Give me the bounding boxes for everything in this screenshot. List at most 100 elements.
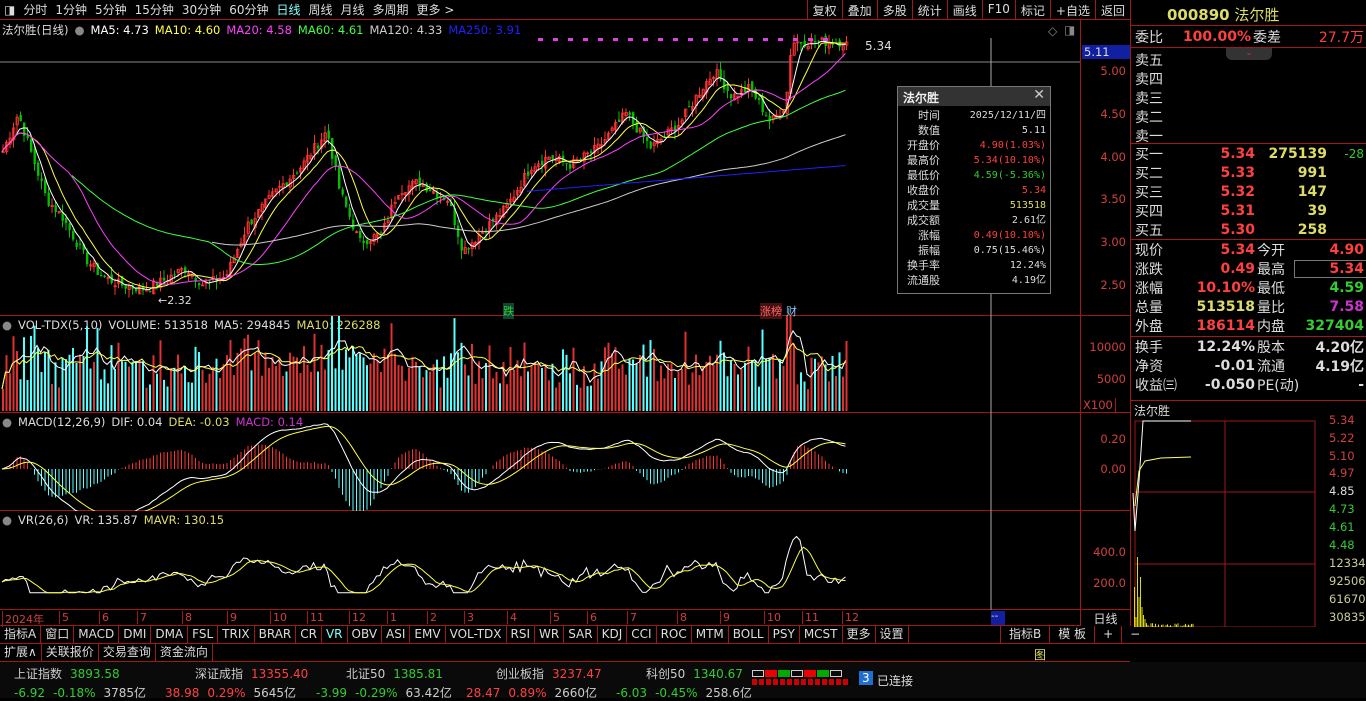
toolbar-button[interactable]: 复权 [807,0,842,20]
indicator-right-tab[interactable]: 指标B [1000,626,1049,644]
period-tab[interactable]: 多周期 [369,1,413,18]
volume-bar [461,343,463,411]
diamond-icon[interactable]: ◇ [1048,24,1057,38]
indicator-tab[interactable]: CCI [627,626,656,643]
indicator-tab[interactable]: 指标A [0,626,41,643]
volume-bar [786,316,788,411]
extension-tab[interactable]: 交易查询 [99,644,156,661]
toolbar-button[interactable]: 画线 [947,0,982,20]
indicator-tab[interactable]: KDJ [598,626,628,643]
period-tab[interactable]: 周线 [305,1,337,18]
volume-bar [723,352,725,411]
expand-icon[interactable]: ⌄ [1226,48,1272,60]
indicator-right-tab[interactable]: + [1094,626,1121,644]
buy-level[interactable]: 买四5.3139 [1131,201,1366,220]
period-tab[interactable]: 1分钟 [51,1,91,18]
period-tab[interactable]: 月线 [337,1,369,18]
volume-bar [499,383,501,411]
volume-bar [265,352,267,411]
indicator-tab[interactable]: SAR [564,626,597,643]
indicator-right-tab[interactable]: 模 板 [1049,626,1094,644]
vr-pane[interactable]: ● VR(26,6) VR: 135.87 MAVR: 130.15 [0,511,1080,610]
indicator-right-tab[interactable]: − [1121,626,1148,644]
indicator-tab[interactable]: CR [296,626,322,643]
axis-tick: 200.0 [1093,576,1126,590]
volume-bar [314,334,316,411]
extension-tab[interactable]: 扩展∧ [0,644,42,661]
toolbar-button[interactable]: 多股 [877,0,912,20]
market-index[interactable]: 深证成指13355.4038.980.29%5645亿 [165,665,308,701]
index-name: 创业板指 [466,667,544,681]
indicator-tab[interactable]: RSI [507,626,536,643]
indicator-tab[interactable]: TRIX [218,626,254,643]
indicator-tab[interactable]: OBV [348,626,383,643]
buy-change: -28 [1327,147,1366,161]
toolbar-button[interactable]: +自选 [1050,0,1095,20]
volume-pane[interactable]: ● VOL-TDX(5,10) VOLUME: 513518 MA5: 2948… [0,316,1080,413]
intraday-volume-bar [1182,626,1183,627]
period-tab[interactable]: 15分钟 [131,1,178,18]
market-index[interactable]: 上证指数3893.58-6.92-0.18%3785亿 [14,665,146,701]
buy-level[interactable]: 买一5.34275139-28 [1131,144,1366,163]
indicator-tab[interactable]: MACD [74,626,119,643]
toolbar-button[interactable]: 标记 [1015,0,1050,20]
period-tab[interactable]: 30分钟 [178,1,225,18]
period-tab[interactable]: 分时 [19,1,51,18]
indicator-tab[interactable]: BOLL [729,626,769,643]
indicator-tab[interactable]: EMV [410,626,445,643]
market-index[interactable]: 科创501340.67-6.03-0.45%258.6亿 [616,665,752,701]
period-tab[interactable]: 60分钟 [225,1,272,18]
stat-label: 总量 [1135,297,1179,317]
indicator-tab[interactable]: DMI [119,626,151,643]
connection-status[interactable]: 已连接 [877,672,913,689]
period-tab[interactable]: 日线 [272,1,304,18]
volume-bar [279,357,281,411]
period-tab[interactable]: 更多 > [413,1,459,18]
indicator-tab[interactable]: 更多 [843,626,876,643]
signal-dot [658,38,663,41]
toolbar-button[interactable]: 返回 [1095,0,1130,20]
indicator-tab[interactable]: ASI [382,626,410,643]
toolbar-button[interactable]: 叠加 [842,0,877,20]
indicator-tab[interactable]: 窗口 [41,626,74,643]
period-tab[interactable]: 5分钟 [91,1,131,18]
buy-label: 买二 [1135,163,1179,183]
fund-value: - [1295,377,1366,393]
intraday-volume-bar [1193,624,1194,627]
indicator-tab[interactable]: VR [322,626,348,643]
graph-button[interactable]: 图 [1034,646,1046,663]
extension-tab[interactable]: 关联报价 [42,644,99,661]
toolbar-button[interactable]: F10 [982,0,1015,20]
panel-toggle-icon[interactable]: ◨ [1064,23,1075,37]
fund-label: 净资 [1135,356,1179,376]
indicator-tab[interactable]: ROC [657,626,692,643]
layout-toggle-icon[interactable]: ◨ [0,3,19,17]
market-index[interactable]: 创业板指3237.4728.470.89%2660亿 [466,665,602,701]
volume-bar [51,384,53,411]
intraday-panel[interactable]: 法尔胜 5.345.225.104.974.854.734.614.481233… [1130,400,1366,626]
buy-level[interactable]: 买二5.33991 [1131,163,1366,182]
indicator-tab[interactable]: BRAR [255,626,297,643]
indicator-tab[interactable]: VOL-TDX [446,626,507,643]
vr-chart [0,511,1080,610]
indicator-tab[interactable]: MTM [692,626,729,643]
indicator-tab[interactable]: 设置 [876,626,909,643]
index-value: 3893.58 [70,667,120,681]
indicator-tab[interactable]: WR [535,626,564,643]
indicator-tab[interactable]: MCST [800,626,843,643]
weicha-label: 委差 [1251,27,1291,47]
close-icon[interactable]: ✕ [1033,87,1045,103]
extension-tab[interactable]: 资金流向 [156,644,213,661]
indicator-tab[interactable]: PSY [769,626,800,643]
market-index[interactable]: 北证501385.81-3.99-0.29%63.42亿 [316,665,452,701]
buy-level[interactable]: 买五5.30258 [1131,220,1366,239]
fund-label: 流通 [1255,356,1295,376]
indicator-tab[interactable]: FSL [188,626,218,643]
volume-bar [2,389,4,411]
macd-pane[interactable]: ● MACD(12,26,9) DIF: 0.04 DEA: -0.03 MAC… [0,413,1080,511]
toolbar-button[interactable]: 统计 [912,0,947,20]
buy-level[interactable]: 买三5.32147 [1131,182,1366,201]
volume-bar [37,348,39,411]
indicator-tab[interactable]: DMA [151,626,188,643]
connection-count[interactable]: 3 [859,671,873,685]
